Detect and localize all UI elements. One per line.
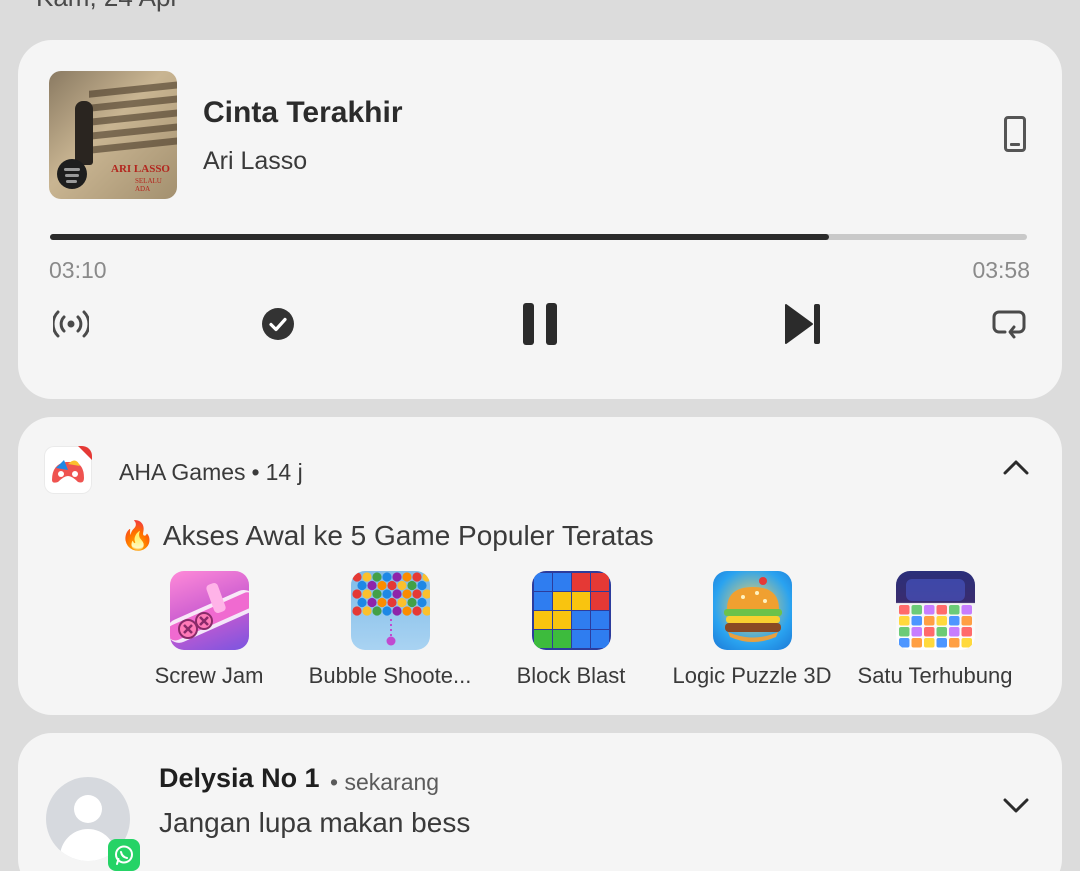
whatsapp-badge-icon [108,839,140,871]
bubble-shooter-icon [350,571,430,650]
chevron-down-icon[interactable] [1002,795,1030,815]
sender-name: Delysia No 1 [159,763,320,793]
cast-button[interactable] [52,306,90,342]
message-time: • sekarang [330,769,440,795]
game-label: Bubble Shoote... [308,663,472,688]
game-label: Block Blast [516,663,626,688]
liked-button[interactable] [260,306,296,342]
repeat-icon [992,310,1026,339]
game-label: Logic Puzzle 3D [672,663,832,688]
repeat-button[interactable] [990,306,1028,342]
date-line: Kam, 24 Apr [36,0,179,13]
cast-icon [53,310,89,338]
album-logo-sub: SELALU ADA [135,177,162,193]
aha-games-app-icon [44,446,92,494]
liked-check-icon [262,308,294,340]
chevron-up-icon[interactable] [1002,457,1030,477]
app-name: AHA Games [119,459,246,485]
album-logo-text: ARI LASSO [111,163,170,175]
message-notification[interactable]: Delysia No 1 • sekarang Jangan lupa maka… [18,733,1062,871]
game-item-logic-puzzle-3d[interactable]: Logic Puzzle 3D [667,571,837,689]
skip-next-button[interactable] [781,300,825,348]
skip-next-icon [785,304,820,344]
total-time: 03:58 [972,257,1030,283]
pause-button[interactable] [518,298,562,350]
media-player-card[interactable]: ARI LASSO SELALU ADA Cinta Terakhir Ari … [18,40,1062,399]
message-text: Jangan lupa makan bess [159,807,471,838]
track-artist: Ari Lasso [203,147,308,175]
progress-fill [50,234,829,240]
screw-jam-icon [169,571,249,650]
notification-app-header: AHA Games • 14 j [119,459,303,485]
pause-icon [523,303,557,345]
game-item-screw-jam[interactable]: Screw Jam [124,571,294,689]
game-label: Screw Jam [154,663,264,688]
block-blast-icon [531,571,611,650]
progress-bar[interactable] [50,234,1027,240]
game-item-block-blast[interactable]: Block Blast [486,571,656,689]
phone-device-icon[interactable] [1004,116,1026,152]
notification-title-text: Akses Awal ke 5 Game Populer Teratas [162,520,654,551]
aha-games-notification[interactable]: AHA Games • 14 j 🔥 Akses Awal ke 5 Game Pop… [18,417,1062,715]
notification-title: 🔥 Akses Awal ke 5 Game Populer Teratas [120,519,654,552]
game-item-bubble-shooter[interactable]: Bubble Shoote... [305,571,475,689]
track-title: Cinta Terakhir [203,96,403,129]
message-time-text: sekarang [344,769,440,795]
game-label: Satu Terhubung [857,663,1013,688]
game-item-satu-terhubung[interactable]: Satu Terhubung [850,571,1020,689]
logic-puzzle-icon [712,571,792,650]
album-art: ARI LASSO SELALU ADA [49,71,177,199]
elapsed-time: 03:10 [49,257,107,283]
spotify-icon [57,159,87,189]
satu-terhubung-icon [895,571,975,650]
notification-time: 14 j [265,459,303,485]
fire-icon: 🔥 [120,520,155,551]
